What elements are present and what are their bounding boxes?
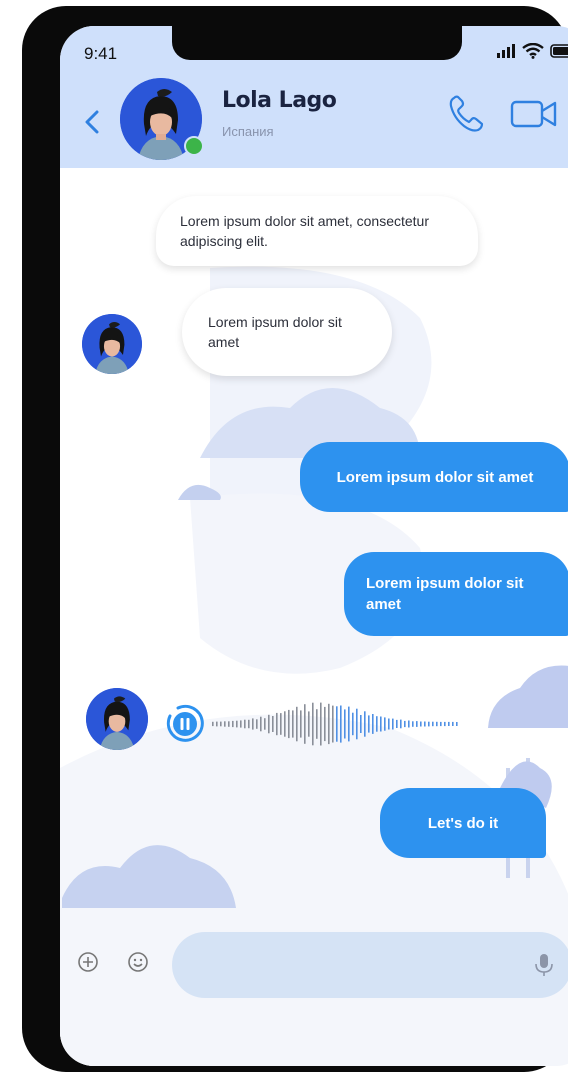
waveform-bar — [352, 712, 354, 736]
waveform-bar — [312, 702, 314, 746]
waveform-bar — [364, 711, 366, 737]
message-bubble-outgoing[interactable]: Lorem ipsum dolor sit amet — [344, 552, 568, 636]
waveform-bar — [424, 721, 426, 727]
message-bubble-outgoing[interactable]: Lorem ipsum dolor sit amet — [300, 442, 568, 512]
waveform-bar — [392, 718, 394, 730]
waveform-bar — [240, 720, 242, 728]
waveform-bar — [444, 721, 446, 727]
waveform-bar — [332, 705, 334, 743]
plus-icon[interactable] — [76, 950, 100, 974]
waveform-bar — [452, 721, 454, 726]
status-time: 9:41 — [84, 44, 118, 63]
waveform-bar — [456, 722, 458, 726]
waveform-bar — [276, 712, 278, 736]
waveform-bar — [324, 706, 326, 742]
waveform-bar — [340, 705, 342, 743]
waveform-bar — [320, 702, 322, 746]
waveform-bar — [232, 720, 234, 728]
message-bubble-outgoing[interactable]: Let's do it — [380, 788, 546, 858]
waveform-bar — [328, 703, 330, 745]
phone-frame: 9:41 Lola Lago Испания Lorem ipsum dolor… — [22, 6, 568, 1072]
waveform-bar — [236, 720, 238, 728]
status-icons — [496, 40, 568, 62]
voice-waveform[interactable] — [212, 698, 462, 750]
microphone-icon[interactable] — [532, 952, 556, 978]
waveform-bar — [416, 721, 418, 727]
waveform-bar — [300, 710, 302, 738]
pause-icon[interactable] — [164, 704, 204, 744]
waveform-bar — [376, 716, 378, 732]
waveform-bar — [372, 714, 374, 734]
waveform-bar — [292, 710, 294, 738]
contact-avatar-small — [86, 688, 148, 750]
message-bubble-incoming[interactable]: Lorem ipsum dolor sit amet, consectetur … — [156, 196, 478, 266]
waveform-bar — [404, 720, 406, 728]
waveform-bar — [316, 709, 318, 739]
waveform-bar — [260, 716, 262, 732]
waveform-bar — [420, 721, 422, 727]
waveform-bar — [408, 720, 410, 728]
waveform-bar — [272, 716, 274, 732]
contact-name[interactable]: Lola Lago — [222, 88, 337, 113]
waveform-bar — [248, 719, 250, 729]
waveform-bar — [400, 719, 402, 729]
waveform-bar — [244, 719, 246, 729]
battery-icon — [550, 44, 568, 58]
waveform-bar — [396, 719, 398, 728]
waveform-bar — [284, 711, 286, 737]
waveform-bar — [380, 716, 382, 732]
waveform-bar — [356, 708, 358, 740]
waveform-bar — [256, 719, 258, 729]
signal-icon — [497, 44, 515, 58]
waveform-bar — [252, 718, 254, 730]
video-camera-icon[interactable] — [510, 98, 558, 130]
waveform-bar — [288, 709, 290, 739]
emoji-icon[interactable] — [126, 950, 150, 974]
waveform-bar — [428, 721, 430, 727]
waveform-bar — [264, 718, 266, 730]
waveform-bar — [216, 721, 218, 727]
waveform-bar — [368, 715, 370, 733]
waveform-bar — [436, 721, 438, 727]
contact-avatar-small — [82, 314, 142, 374]
waveform-bar — [308, 711, 310, 737]
wifi-icon — [522, 43, 544, 59]
phone-notch — [172, 26, 462, 60]
message-bubble-incoming[interactable]: Lorem ipsum dolor sit amet — [182, 288, 392, 376]
waveform-bar — [304, 704, 306, 744]
waveform-bar — [336, 706, 338, 742]
online-status-dot — [184, 136, 204, 156]
waveform-bar — [412, 721, 414, 727]
waveform-bar — [440, 721, 442, 727]
message-input[interactable] — [172, 932, 568, 998]
waveform-bar — [348, 706, 350, 742]
waveform-bar — [220, 721, 222, 727]
waveform-bar — [280, 713, 282, 735]
waveform-bar — [384, 717, 386, 731]
waveform-bar — [224, 721, 226, 727]
waveform-bar — [212, 721, 214, 727]
phone-icon[interactable] — [446, 92, 488, 134]
waveform-bar — [448, 721, 450, 726]
waveform-bar — [388, 718, 390, 730]
waveform-bar — [344, 709, 346, 739]
waveform-bar — [296, 706, 298, 742]
contact-subtitle: Испания — [222, 124, 274, 139]
waveform-bar — [268, 714, 270, 734]
waveform-bar — [360, 715, 362, 733]
waveform-bar — [432, 721, 434, 727]
waveform-bar — [228, 721, 230, 727]
chat-screen: 9:41 Lola Lago Испания Lorem ipsum dolor… — [60, 26, 568, 1066]
back-chevron-icon[interactable] — [80, 108, 104, 136]
